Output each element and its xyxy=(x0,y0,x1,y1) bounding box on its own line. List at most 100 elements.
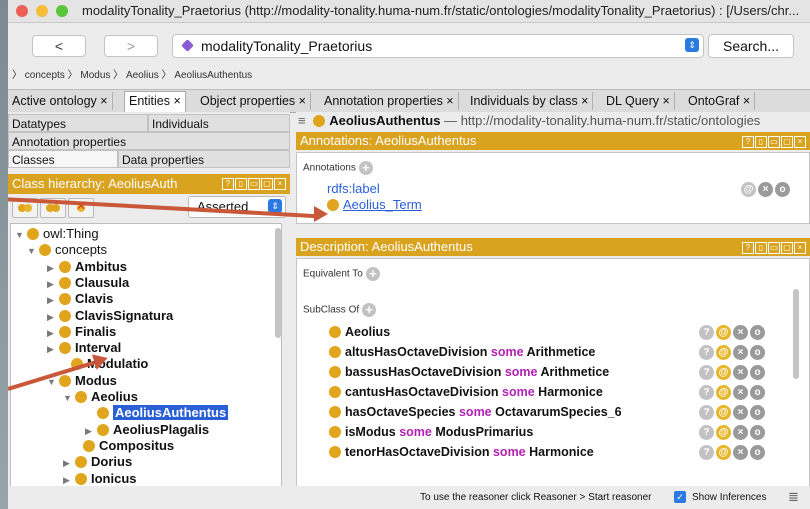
back-button[interactable]: < xyxy=(32,35,86,57)
tree-node[interactable]: ▶ Clausula xyxy=(47,275,129,291)
edit-button[interactable]: o xyxy=(750,445,765,460)
tree-node[interactable]: Compositus xyxy=(71,438,174,454)
class-tree[interactable]: ▼ owl:Thing ▼ concepts ▶ Ambitus ▶ Clausula ▶ Cla… xyxy=(10,223,282,509)
annotate-button[interactable]: @ xyxy=(716,425,731,440)
subtab-individuals[interactable]: Individuals xyxy=(148,114,290,132)
subclass-row[interactable]: Aeolius xyxy=(329,323,390,341)
edit-button[interactable]: o xyxy=(775,182,790,197)
edit-button[interactable]: o xyxy=(750,365,765,380)
zoom-window-button[interactable] xyxy=(56,5,68,17)
close-window-button[interactable] xyxy=(16,5,28,17)
tab-active-ontology[interactable]: Active ontology × xyxy=(8,92,113,110)
collapsed-arrow-icon[interactable]: ▶ xyxy=(47,325,59,341)
tree-node[interactable]: ▶ AeoliusPlagalis xyxy=(85,422,209,438)
collapsed-arrow-icon[interactable]: ▶ xyxy=(85,423,97,439)
subclass-row[interactable]: hasOctaveSpecies some OctavarumSpecies_6 xyxy=(329,403,622,421)
explain-button[interactable]: ? xyxy=(699,385,714,400)
tree-node[interactable]: ▼ owl:Thing xyxy=(15,226,99,242)
tab-ontograf[interactable]: OntoGraf × xyxy=(684,92,756,110)
tree-node[interactable]: ▶ Ionicus xyxy=(63,471,137,487)
tree-node[interactable]: ▶ Finalis xyxy=(47,324,116,340)
view-window-controls[interactable]: ? ▯ ▭ ▢ × xyxy=(221,178,286,198)
subtab-annotation-properties[interactable]: Annotation properties xyxy=(8,132,290,150)
subclass-row[interactable]: cantusHasOctaveDivision some Harmonice xyxy=(329,383,603,401)
edit-button[interactable]: o xyxy=(750,405,765,420)
breadcrumb-item[interactable]: Aeolius xyxy=(126,70,159,81)
ontology-selector[interactable]: modalityTonality_Praetorius ⇕ xyxy=(172,34,704,58)
subclass-row[interactable]: altusHasOctaveDivision some Arithmetice xyxy=(329,343,595,361)
explain-button[interactable]: ? xyxy=(699,325,714,340)
annotate-button[interactable]: @ xyxy=(716,325,731,340)
tree-node[interactable]: ▶ ClavisSignatura xyxy=(47,308,173,324)
expanded-arrow-icon[interactable]: ▼ xyxy=(27,243,39,259)
add-annotation-button[interactable]: + xyxy=(358,161,373,175)
delete-button[interactable]: × xyxy=(733,345,748,360)
collapsed-arrow-icon[interactable]: ▶ xyxy=(47,309,59,325)
collapsed-arrow-icon[interactable]: ▶ xyxy=(47,276,59,292)
tab-individuals-by-class[interactable]: Individuals by class × xyxy=(466,92,594,110)
tree-node[interactable]: ▶ Ambitus xyxy=(47,259,127,275)
tree-scrollbar[interactable] xyxy=(275,228,281,338)
tree-node[interactable]: AeoliusAuthentus xyxy=(85,405,229,421)
subtab-classes[interactable]: Classes xyxy=(8,150,118,168)
subtab-data-properties[interactable]: Data properties xyxy=(118,150,290,168)
search-button[interactable]: Search... xyxy=(708,34,794,58)
explain-button[interactable]: ? xyxy=(699,365,714,380)
tab-annotation-properties[interactable]: Annotation properties × xyxy=(320,92,459,110)
subclass-row[interactable]: tenorHasOctaveDivision some Harmonice xyxy=(329,443,594,461)
edit-button[interactable]: o xyxy=(750,325,765,340)
edit-button[interactable]: o xyxy=(750,345,765,360)
expanded-arrow-icon[interactable]: ▼ xyxy=(15,227,27,243)
tree-node[interactable]: ▶ Interval xyxy=(47,340,121,356)
collapsed-arrow-icon[interactable]: ▶ xyxy=(63,455,75,471)
log-icon[interactable]: ≣ xyxy=(788,489,799,505)
collapsed-arrow-icon[interactable]: ▶ xyxy=(47,292,59,308)
breadcrumb-item[interactable]: concepts xyxy=(25,70,65,81)
subclass-row[interactable]: bassusHasOctaveDivision some Arithmetice xyxy=(329,363,609,381)
annotate-button[interactable]: @ xyxy=(716,385,731,400)
breadcrumb-item[interactable]: Modus xyxy=(80,70,110,81)
annotate-button[interactable]: @ xyxy=(716,445,731,460)
minimize-window-button[interactable] xyxy=(36,5,48,17)
delete-button[interactable]: × xyxy=(733,445,748,460)
show-inferences-checkbox[interactable]: ✓ xyxy=(674,491,686,503)
tab-object-properties[interactable]: Object properties × xyxy=(196,92,311,110)
annotate-button[interactable]: @ xyxy=(716,405,731,420)
explain-button[interactable]: ? xyxy=(699,445,714,460)
edit-button[interactable]: o xyxy=(750,385,765,400)
tab-entities[interactable]: Entities × xyxy=(124,91,186,112)
menu-icon[interactable]: ≡ xyxy=(298,113,306,128)
delete-button[interactable]: × xyxy=(758,182,773,197)
tree-node[interactable]: ▶ Dorius xyxy=(63,454,132,470)
description-scrollbar[interactable] xyxy=(793,289,799,379)
breadcrumb-item[interactable]: AeoliusAuthentus xyxy=(174,70,252,81)
forward-button[interactable]: > xyxy=(104,35,158,57)
annotate-button[interactable]: @ xyxy=(716,365,731,380)
tree-node-label: AeoliusAuthentus xyxy=(113,405,229,421)
edit-button[interactable]: o xyxy=(750,425,765,440)
tree-node[interactable]: ▶ Clavis xyxy=(47,291,113,307)
class-icon xyxy=(97,407,109,420)
delete-button[interactable]: × xyxy=(733,385,748,400)
explain-button[interactable]: ? xyxy=(699,405,714,420)
explain-button[interactable]: ? xyxy=(699,345,714,360)
add-equivalent-button[interactable]: + xyxy=(365,267,380,281)
tree-node[interactable]: ▼ concepts xyxy=(27,242,107,258)
explain-button[interactable]: ? xyxy=(699,425,714,440)
tab-dl-query[interactable]: DL Query × xyxy=(602,92,675,110)
annotate-button[interactable]: @ xyxy=(716,345,731,360)
collapsed-arrow-icon[interactable]: ▶ xyxy=(47,260,59,276)
tree-node[interactable]: ▼ Aeolius xyxy=(63,389,138,405)
delete-button[interactable]: × xyxy=(733,325,748,340)
annotate-button[interactable]: @ xyxy=(741,182,756,197)
delete-button[interactable]: × xyxy=(733,425,748,440)
add-superclass-button[interactable]: + xyxy=(362,303,377,317)
subclass-row[interactable]: isModus some ModusPrimarius xyxy=(329,423,533,441)
annotation-value-link[interactable]: Aeolius_Term xyxy=(343,197,422,212)
tree-node-label: Clausula xyxy=(75,274,130,290)
expanded-arrow-icon[interactable]: ▼ xyxy=(63,390,75,406)
collapsed-arrow-icon[interactable]: ▶ xyxy=(47,341,59,357)
subtab-datatypes[interactable]: Datatypes xyxy=(8,114,148,132)
delete-button[interactable]: × xyxy=(733,365,748,380)
delete-button[interactable]: × xyxy=(733,405,748,420)
